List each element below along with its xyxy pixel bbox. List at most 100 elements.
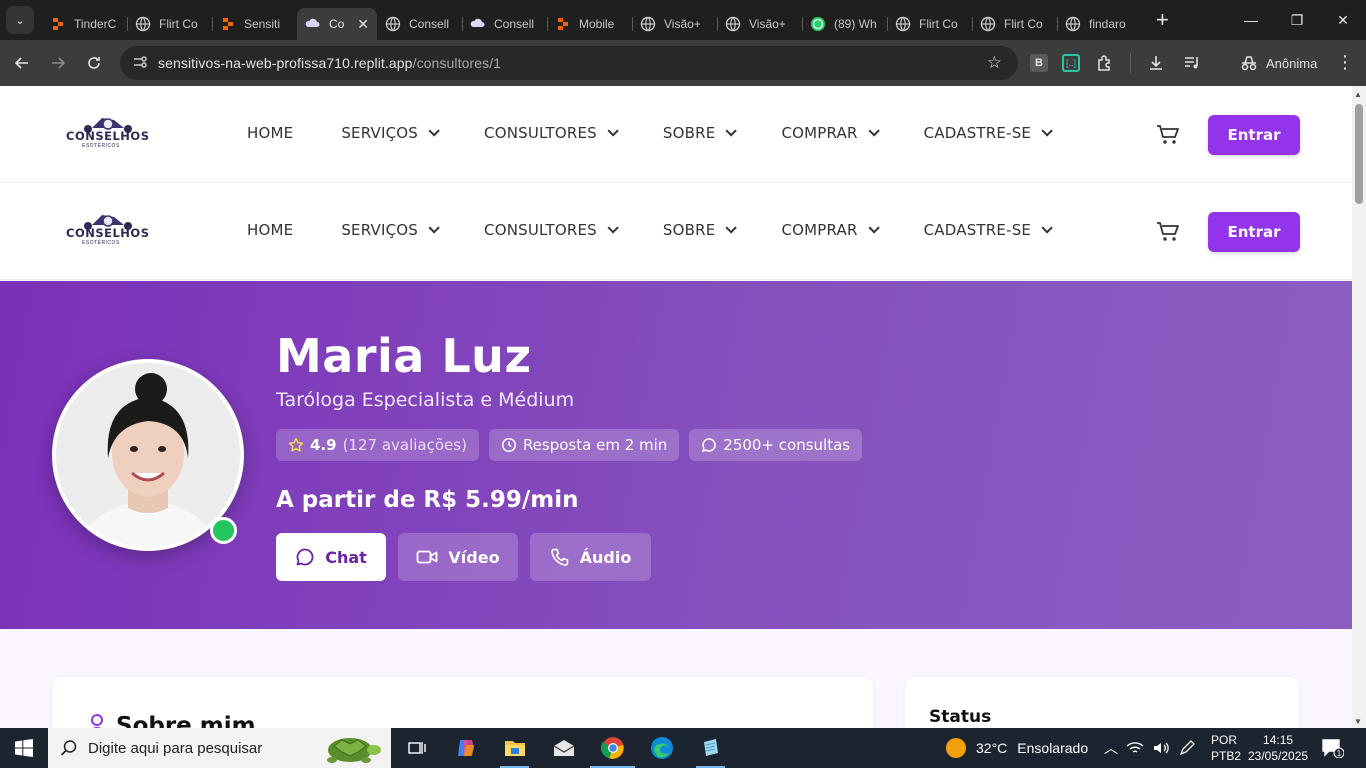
- page-scrollbar[interactable]: ▲ ▼: [1352, 86, 1366, 728]
- nav-item-comprar[interactable]: COMPRAR: [781, 221, 880, 239]
- main-navigation: HOME SERVIÇOS CONSULTORES SOBRE COMPRAR CADAS…: [247, 221, 1097, 239]
- audio-button[interactable]: Áudio: [530, 533, 651, 581]
- chat-button[interactable]: Chat: [276, 533, 386, 581]
- site-logo[interactable]: CONSELHOS ESOTÉRICOS: [66, 114, 149, 154]
- page-viewport: CONSELHOS ESOTÉRICOS HOME SERVIÇOS CONSULT…: [0, 86, 1352, 728]
- video-button-label: Vídeo: [448, 547, 500, 567]
- browser-tab[interactable]: findaro: [1057, 8, 1142, 40]
- address-bar[interactable]: sensitivos-na-web-profissa710.replit.app…: [120, 46, 1018, 80]
- bookmark-star-icon[interactable]: ☆: [987, 53, 1002, 73]
- reload-button[interactable]: [76, 45, 112, 81]
- minimize-icon[interactable]: —: [1228, 0, 1274, 40]
- login-button[interactable]: Entrar: [1208, 115, 1300, 155]
- browser-tab[interactable]: (89) Wh: [802, 8, 887, 40]
- scroll-down-arrow-icon[interactable]: ▼: [1354, 717, 1362, 726]
- chat-button-label: Chat: [325, 547, 367, 567]
- cart-icon[interactable]: [1156, 124, 1180, 151]
- media-control-icon[interactable]: [1181, 52, 1203, 74]
- task-view-icon[interactable]: [392, 728, 441, 768]
- incognito-profile-button[interactable]: Anônima: [1230, 47, 1328, 79]
- close-tab-icon[interactable]: ✕: [357, 16, 369, 33]
- new-tab-button[interactable]: +: [1156, 7, 1169, 33]
- extension-b-icon[interactable]: B: [1030, 54, 1048, 72]
- tab-title: Visão+: [749, 17, 786, 31]
- cloud-icon: [470, 16, 486, 32]
- tab-title: Consell: [494, 17, 535, 31]
- input-language[interactable]: POR PTB2: [1211, 732, 1241, 764]
- scroll-up-arrow-icon[interactable]: ▲: [1354, 90, 1362, 99]
- globe-icon: [640, 16, 656, 32]
- chevron-down-icon: [607, 125, 619, 137]
- copilot-icon[interactable]: [441, 728, 490, 768]
- close-window-icon[interactable]: ✕: [1320, 0, 1366, 40]
- online-status-indicator: [210, 517, 237, 544]
- mail-icon[interactable]: [539, 728, 588, 768]
- browser-tab[interactable]: Flirt Co: [972, 8, 1057, 40]
- nav-item-comprar[interactable]: COMPRAR: [781, 124, 880, 142]
- browser-tab[interactable]: Consell: [462, 8, 547, 40]
- system-tray: ︿: [1104, 728, 1196, 768]
- edge-icon[interactable]: [637, 728, 686, 768]
- nav-item-consultores[interactable]: CONSULTORES: [484, 124, 619, 142]
- download-icon[interactable]: [1145, 52, 1167, 74]
- cart-icon[interactable]: [1156, 221, 1180, 248]
- site-logo[interactable]: CONSELHOS ESOTÉRICOS: [66, 211, 149, 251]
- response-time-text: Resposta em 2 min: [522, 436, 668, 454]
- consultant-name: Maria Luz: [276, 329, 532, 383]
- clock-date: 23/05/2025: [1248, 749, 1309, 763]
- nav-item-consultores[interactable]: CONSULTORES: [484, 221, 619, 239]
- notepad-app-icon[interactable]: [686, 728, 735, 768]
- language-code: POR: [1211, 733, 1238, 747]
- nav-item-sobre[interactable]: SOBRE: [663, 221, 738, 239]
- chat-icon: [296, 548, 314, 566]
- nav-item-servi-os[interactable]: SERVIÇOS: [341, 124, 440, 142]
- browser-tab[interactable]: Flirt Co: [127, 8, 212, 40]
- forward-button[interactable]: [40, 45, 76, 81]
- taskbar-clock[interactable]: 14:15 23/05/2025: [1248, 732, 1308, 764]
- nav-item-servi-os[interactable]: SERVIÇOS: [341, 221, 440, 239]
- browser-tab[interactable]: Visão+: [717, 8, 802, 40]
- weather-widget[interactable]: 32°C Ensolarado: [946, 728, 1088, 768]
- browser-tab[interactable]: TinderC: [42, 8, 127, 40]
- video-camera-icon: [417, 550, 438, 564]
- nav-item-label: COMPRAR: [781, 124, 858, 142]
- toolbar-divider: [1130, 53, 1131, 73]
- extension-bracket-icon[interactable]: [..]: [1062, 54, 1080, 72]
- clock-icon: [501, 437, 516, 453]
- chevron-down-icon: [607, 222, 619, 234]
- nav-item-home[interactable]: HOME: [247, 124, 293, 142]
- file-explorer-icon[interactable]: [490, 728, 539, 768]
- restore-icon[interactable]: ❐: [1274, 0, 1320, 40]
- back-button[interactable]: [4, 45, 40, 81]
- site-header-duplicate: CONSELHOS ESOTÉRICOS HOME SERVIÇOS CONSULT…: [0, 183, 1352, 280]
- network-icon: [1126, 742, 1144, 753]
- nav-item-cadastre-se[interactable]: CADASTRE-SE: [924, 124, 1053, 142]
- notification-center-icon[interactable]: 1: [1322, 738, 1345, 763]
- pen-icon: [1179, 740, 1195, 756]
- browser-tab[interactable]: Mobile: [547, 8, 632, 40]
- chevron-up-icon[interactable]: ︿: [1104, 738, 1118, 758]
- puzzle-extensions-icon[interactable]: [1094, 52, 1116, 74]
- consultation-actions: Chat Vídeo Áudio: [276, 533, 651, 581]
- chrome-icon[interactable]: [588, 728, 637, 768]
- tab-search-button[interactable]: ⌄: [6, 6, 34, 34]
- browser-menu-icon[interactable]: ⋮: [1336, 52, 1354, 73]
- browser-tab[interactable]: Flirt Co: [887, 8, 972, 40]
- nav-item-cadastre-se[interactable]: CADASTRE-SE: [924, 221, 1053, 239]
- login-button[interactable]: Entrar: [1208, 212, 1300, 252]
- browser-tab[interactable]: Visão+: [632, 8, 717, 40]
- url-path: /consultores/1: [412, 55, 502, 71]
- browser-tab[interactable]: Consell: [377, 8, 462, 40]
- globe-icon: [385, 16, 401, 32]
- browser-tab[interactable]: Sensiti: [212, 8, 297, 40]
- taskbar-search-box[interactable]: Digite aqui para pesquisar: [48, 728, 391, 768]
- nav-item-sobre[interactable]: SOBRE: [663, 124, 738, 142]
- browser-tab[interactable]: Co ✕: [297, 8, 377, 40]
- video-button[interactable]: Vídeo: [398, 533, 518, 581]
- site-info-icon[interactable]: [132, 54, 148, 73]
- about-card: Sobre mim: [52, 677, 873, 728]
- nav-item-label: COMPRAR: [781, 221, 858, 239]
- start-button[interactable]: [0, 728, 48, 768]
- nav-item-home[interactable]: HOME: [247, 221, 293, 239]
- scrollbar-thumb[interactable]: [1355, 104, 1363, 204]
